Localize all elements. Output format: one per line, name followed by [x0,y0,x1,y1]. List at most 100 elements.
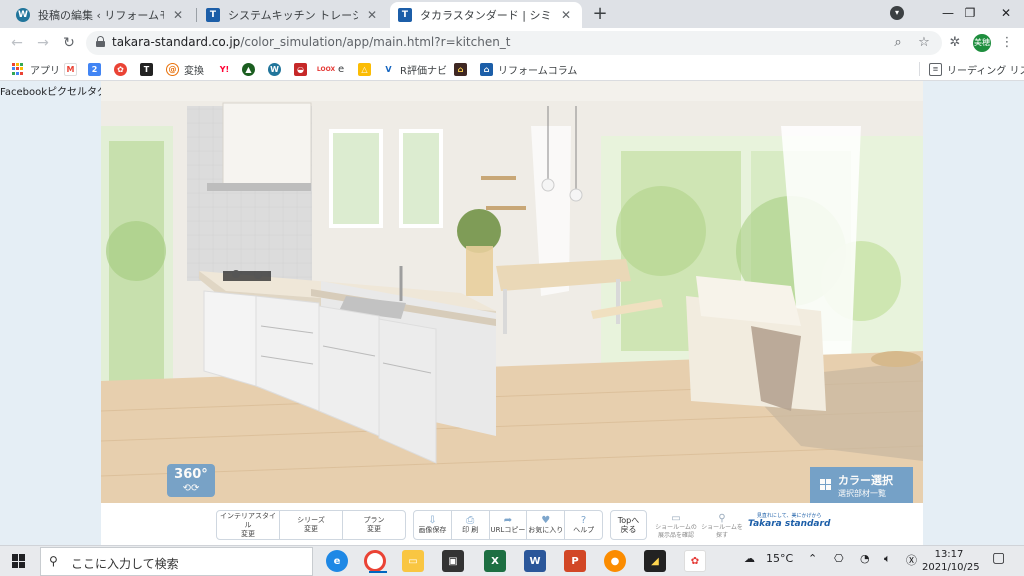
zoom-icon[interactable]: ⌕ [890,35,906,51]
taskbar-clock[interactable]: 13:17 2021/10/25 [922,548,980,574]
house-icon: ⌂ [454,62,467,76]
cell-label: 印 刷 [462,526,479,534]
bookmark-star-icon[interactable]: ☆ [916,35,932,51]
flower-app-icon[interactable]: ✿ [684,550,706,572]
bookmark-loox[interactable]: LOOX [317,60,339,78]
wifi-icon[interactable]: ◔ [860,552,870,565]
close-window-button[interactable]: ✕ [986,0,1024,28]
app-circle-icon[interactable]: ● [604,550,626,572]
bookmark-calendar[interactable]: 2 [88,60,106,78]
bookmark-green[interactable]: ▲ [242,60,260,78]
kitchen-simulation-view[interactable]: 360° ⟲⟳ カラー選択 選択部材一覧 [101,81,923,503]
excel-icon[interactable]: X [484,550,506,572]
cell-label: プラン [363,516,385,524]
browser-toolbar: ← → ↻ takara-standard.co.jp/color_simula… [0,28,1024,57]
restore-button[interactable]: ❐ [950,0,990,28]
bookmark-drive[interactable]: △ [358,60,376,78]
back-arrow-icon[interactable]: ← [6,32,28,54]
close-icon[interactable]: ✕ [170,8,186,22]
style-change-group: インテリアスタイル 変更 シリーズ 変更 プラン 変更 [216,510,406,540]
color-select-title: カラー選択 [838,474,893,487]
interior-style-change-button[interactable]: インテリアスタイル 変更 [217,511,280,539]
view-360-button[interactable]: 360° ⟲⟳ [167,464,215,497]
device-icon[interactable]: ⎔ [834,552,844,565]
store-icon[interactable]: ▣ [442,550,464,572]
tab-search-icon[interactable]: ▾ [890,6,904,20]
bookmark-e[interactable]: e [338,60,344,78]
bookmark-yahoo[interactable]: Y! [218,60,236,78]
extensions-icon[interactable]: ✲ [946,34,964,52]
reload-icon[interactable]: ↻ [58,32,80,54]
save-image-button[interactable]: ⇩ 画像保存 [414,511,452,539]
close-icon[interactable]: ✕ [364,8,380,22]
bookmark-photos[interactable]: ✿ [114,60,132,78]
showroom-check-line1: ショールームの [655,524,697,531]
bookmark-apps[interactable]: アプリ [12,60,60,78]
menu-kebab-icon[interactable]: ⋮ [998,34,1016,52]
showroom-check-line2: 展示品を確認 [657,532,694,539]
download-icon: ⇩ [428,515,437,526]
tab-takara-kitchen[interactable]: T システムキッチン トレーシア | タカラスタ ✕ [198,2,388,28]
help-button[interactable]: ? ヘルプ [565,511,602,539]
action-group: ⇩ 画像保存 ⎙ 印 刷 ➦ URLコピー ♥ お気に入り ? ヘルプ [413,510,603,540]
reading-list-icon: ≡ [929,62,942,76]
close-icon[interactable]: ✕ [558,8,574,22]
bookmark-reform-column[interactable]: ⌂ リフォームコラム [480,60,577,78]
reading-list-button[interactable]: ≡ リーディング リスト [929,60,1024,78]
bookmark-r-navi[interactable]: Ⅴ R評価ナビ [382,60,447,78]
color-select-button[interactable]: カラー選択 選択部材一覧 [810,467,913,503]
tab-title: システムキッチン トレーシア | タカラスタ [228,9,358,22]
profile-avatar[interactable]: 美穂 [973,34,991,52]
reading-list-label: リーディング リスト [947,65,1024,77]
volume-icon[interactable]: 🔈︎ [884,552,891,566]
showroom-find-button[interactable]: ⚲ ショールームを 探す [700,513,744,540]
calendar-icon: 2 [88,62,101,76]
bookmark-henkan[interactable]: @ 変換 [166,60,204,78]
clock-date: 2021/10/25 [922,562,980,573]
bookmark-food[interactable]: ◒ [294,60,312,78]
url-copy-button[interactable]: ➦ URLコピー [490,511,528,539]
forward-arrow-icon[interactable]: → [32,32,54,54]
tab-wordpress-edit[interactable]: W 投稿の編集 ‹ リフォームモリハウス | 君 ✕ [8,2,194,28]
bookmark-label: R評価ナビ [400,65,447,77]
badge-360-label: 360° [174,467,208,482]
tt-icon: T [140,62,153,76]
series-change-button[interactable]: シリーズ 変更 [280,511,343,539]
showroom-find-line2: 探す [715,532,728,539]
powerpoint-icon[interactable]: P [564,550,586,572]
weather-cloud-icon[interactable]: ☁ [744,552,755,565]
chrome-icon[interactable] [364,550,387,573]
favorite-button[interactable]: ♥ お気に入り [527,511,566,539]
weather-temperature[interactable]: 15°C [766,552,793,565]
internet-explorer-icon[interactable]: e [326,550,348,572]
bookmark-gmail[interactable]: M [64,60,82,78]
plan-change-button[interactable]: プラン 変更 [343,511,405,539]
tab-takara-simulation[interactable]: T タカラスタンダード | シミュレーション ✕ [390,2,582,28]
bookmark-wordpress[interactable]: W [268,60,286,78]
ime-mode-icon[interactable]: Ⓧ [906,552,917,568]
bookmark-tt[interactable]: T [140,60,158,78]
showroom-find-line1: ショールームを [701,524,743,531]
bookmarks-bar: アプリ M 2 ✿ T @ 変換 Y! ▲ W ◒ LOOX e △ Ⅴ R評価… [0,57,1024,81]
print-icon: ⎙ [466,515,475,526]
sticky-app-icon[interactable]: ◢ [644,550,666,572]
taskbar-search-box[interactable]: ⚲ ここに入力して検索 [40,547,313,576]
file-explorer-icon[interactable]: ▭ [402,550,424,572]
tab-divider [196,8,197,22]
bookmark-house[interactable]: ⌂ [454,60,472,78]
share-icon: ➦ [503,515,513,526]
notification-icon[interactable]: ▢ [992,550,1005,566]
kitchen-scene-illustration [101,81,923,503]
showroom-check-button[interactable]: ▭ ショールームの 展示品を確認 [654,513,698,540]
top-back-button[interactable]: Topへ 戻る [611,511,646,539]
new-tab-button[interactable]: + [590,4,610,24]
apps-grid-icon [12,63,24,75]
chevron-up-icon[interactable]: ⌃ [808,552,817,565]
address-bar[interactable]: takara-standard.co.jp/color_simulation/a… [86,31,942,55]
url-host: takara-standard.co.jp [112,35,241,49]
cell-sub: 変更 [304,525,318,533]
windows-start-icon[interactable] [12,554,26,568]
takara-standard-logo[interactable]: 見直れにして、美にかげから Takara standard [748,512,830,529]
print-button[interactable]: ⎙ 印 刷 [452,511,490,539]
word-icon[interactable]: W [524,550,546,572]
